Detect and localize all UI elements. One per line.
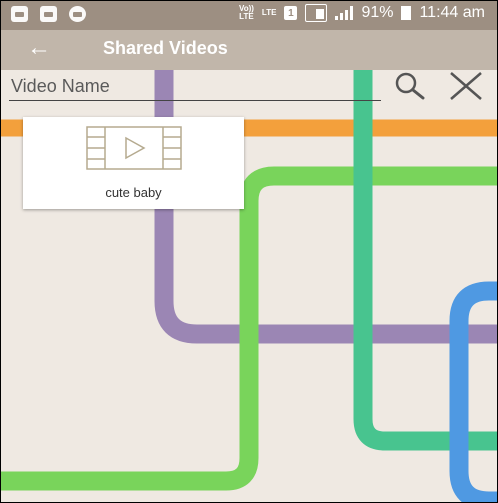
sim-indicator: 1 — [284, 6, 298, 20]
screen: Vo)) LTE LTE 1 91% 11:44 am ← Shared Vid… — [0, 0, 498, 503]
app-notification-icon — [69, 6, 86, 22]
arrow-left-icon[interactable]: ← — [25, 34, 53, 62]
clock: 11:44 am — [419, 4, 485, 21]
gallery-icon — [11, 6, 28, 22]
signal-bars-icon — [335, 6, 354, 20]
blue-line — [449, 281, 497, 502]
app-bar: ← Shared Videos — [1, 30, 497, 70]
search-icon[interactable] — [393, 71, 427, 101]
video-card[interactable]: cute baby — [23, 117, 244, 209]
message-icon — [40, 6, 57, 22]
search-input[interactable] — [9, 73, 371, 97]
lte-indicator: LTE — [261, 8, 277, 17]
volte-indicator: Vo)) LTE — [238, 4, 254, 21]
status-bar: Vo)) LTE LTE 1 91% 11:44 am — [1, 1, 497, 30]
status-indicators: Vo)) LTE LTE 1 91% 11:44 am — [239, 4, 485, 22]
search-bar — [9, 73, 381, 101]
film-strip-play-icon — [86, 126, 182, 170]
battery-icon — [401, 6, 412, 20]
page-title: Shared Videos — [103, 38, 228, 58]
battery-percent: 91% — [361, 4, 394, 21]
close-icon[interactable] — [448, 71, 484, 101]
signal-box-icon — [305, 4, 328, 22]
notification-icons — [11, 6, 86, 22]
video-name: cute baby — [105, 185, 162, 200]
